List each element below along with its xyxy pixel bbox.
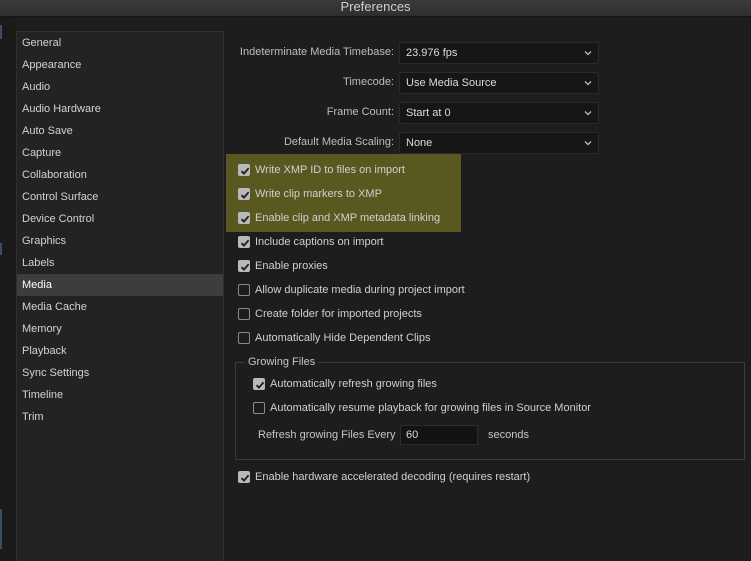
sidebar-item-label: Device Control bbox=[22, 213, 95, 225]
sidebar-item-label: Collaboration bbox=[22, 169, 87, 181]
sidebar-item-label: Playback bbox=[22, 345, 67, 357]
sidebar-item-media[interactable]: Media bbox=[17, 274, 223, 296]
checkbox-label: Include captions on import bbox=[255, 236, 384, 248]
scaling-value: None bbox=[406, 137, 433, 149]
sidebar-item-trim[interactable]: Trim bbox=[17, 406, 223, 428]
checkbox[interactable] bbox=[238, 164, 250, 176]
frame-count-value: Start at 0 bbox=[406, 107, 451, 119]
sidebar-item-label: Labels bbox=[22, 257, 55, 269]
sidebar-item-media-cache[interactable]: Media Cache bbox=[17, 296, 223, 318]
checkmark-icon bbox=[240, 215, 250, 223]
sidebar-item-device-control[interactable]: Device Control bbox=[17, 208, 223, 230]
sidebar-item-collaboration[interactable]: Collaboration bbox=[17, 164, 223, 186]
sidebar-item-label: Timeline bbox=[22, 389, 64, 401]
checkmark-icon bbox=[240, 263, 250, 271]
sidebar-item-label: Appearance bbox=[22, 59, 82, 71]
checkbox[interactable] bbox=[253, 402, 265, 414]
checkmark-icon bbox=[240, 167, 250, 175]
checkbox-label: Enable proxies bbox=[255, 260, 328, 272]
sidebar-item-capture[interactable]: Capture bbox=[17, 142, 223, 164]
refresh-interval-unit: seconds bbox=[488, 429, 529, 441]
growing-files-title: Growing Files bbox=[245, 355, 319, 369]
checkmark-icon bbox=[255, 381, 265, 389]
timebase-value: 23.976 fps bbox=[406, 47, 458, 59]
sidebar-item-labels[interactable]: Labels bbox=[17, 252, 223, 274]
sidebar-item-label: Audio Hardware bbox=[22, 103, 101, 115]
checkbox-label: Enable clip and XMP metadata linking bbox=[255, 212, 441, 224]
frame-count-label: Frame Count: bbox=[326, 106, 394, 118]
sidebar-item-label: Media bbox=[22, 279, 52, 291]
sidebar-item-label: General bbox=[22, 37, 62, 49]
sidebar-item-playback[interactable]: Playback bbox=[17, 340, 223, 362]
sidebar-item-audio-hardware[interactable]: Audio Hardware bbox=[17, 98, 223, 120]
media-preferences-panel: Indeterminate Media Timebase: 23.976 fps… bbox=[225, 17, 751, 561]
checkbox-label: Automatically refresh growing files bbox=[270, 378, 437, 390]
checkbox[interactable] bbox=[238, 308, 250, 320]
sidebar-item-audio[interactable]: Audio bbox=[17, 76, 223, 98]
window-title: Preferences bbox=[340, 0, 411, 14]
checkbox[interactable] bbox=[238, 212, 250, 224]
timecode-value: Use Media Source bbox=[406, 77, 497, 89]
sidebar-item-memory[interactable]: Memory bbox=[17, 318, 223, 340]
checkbox[interactable] bbox=[253, 378, 265, 390]
checkbox[interactable] bbox=[238, 284, 250, 296]
checkbox-label: Enable hardware accelerated decoding (re… bbox=[255, 471, 531, 483]
checkbox[interactable] bbox=[238, 471, 250, 483]
timecode-select[interactable]: Use Media Source bbox=[399, 72, 599, 94]
sidebar-item-label: Capture bbox=[22, 147, 62, 159]
sidebar-item-appearance[interactable]: Appearance bbox=[17, 54, 223, 76]
timebase-label: Indeterminate Media Timebase: bbox=[239, 46, 394, 58]
sidebar-item-graphics[interactable]: Graphics bbox=[17, 230, 223, 252]
checkbox[interactable] bbox=[238, 332, 250, 344]
refresh-interval-label: Refresh growing Files Every bbox=[258, 429, 396, 441]
sidebar-item-label: Audio bbox=[22, 81, 51, 93]
sidebar-item-label: Auto Save bbox=[22, 125, 73, 137]
scaling-label: Default Media Scaling: bbox=[283, 136, 394, 148]
preferences-category-list: General Appearance Audio Audio Hardware … bbox=[16, 31, 224, 561]
chevron-down-icon bbox=[584, 111, 592, 116]
sidebar-item-label: Media Cache bbox=[22, 301, 87, 313]
checkbox[interactable] bbox=[238, 236, 250, 248]
checkbox-label: Create folder for imported projects bbox=[255, 308, 422, 320]
chevron-down-icon bbox=[584, 81, 592, 86]
checkbox-label: Write XMP ID to files on import bbox=[255, 164, 405, 176]
title-bar: Preferences bbox=[0, 0, 751, 17]
checkbox-label: Automatically Hide Dependent Clips bbox=[255, 332, 431, 344]
frame-count-select[interactable]: Start at 0 bbox=[399, 102, 599, 124]
chevron-down-icon bbox=[584, 141, 592, 146]
checkbox-label: Automatically resume playback for growin… bbox=[270, 402, 591, 414]
checkmark-icon bbox=[240, 239, 250, 247]
checkmark-icon bbox=[240, 474, 250, 482]
checkbox-label: Write clip markers to XMP bbox=[255, 188, 382, 200]
edge-marker bbox=[0, 243, 2, 255]
checkbox-label: Allow duplicate media during project imp… bbox=[255, 284, 465, 296]
checkmark-icon bbox=[240, 191, 250, 199]
scaling-select[interactable]: None bbox=[399, 132, 599, 154]
sidebar-item-label: Memory bbox=[22, 323, 62, 335]
sidebar-item-label: Control Surface bbox=[22, 191, 99, 203]
sidebar-item-control-surface[interactable]: Control Surface bbox=[17, 186, 223, 208]
sidebar-item-general[interactable]: General bbox=[17, 32, 223, 54]
timebase-select[interactable]: 23.976 fps bbox=[399, 42, 599, 64]
chevron-down-icon bbox=[584, 51, 592, 56]
checkbox[interactable] bbox=[238, 188, 250, 200]
sidebar-item-label: Sync Settings bbox=[22, 367, 90, 379]
refresh-interval-input[interactable]: 60 bbox=[400, 425, 478, 445]
sidebar-item-auto-save[interactable]: Auto Save bbox=[17, 120, 223, 142]
edge-marker bbox=[0, 25, 2, 39]
sidebar-item-sync-settings[interactable]: Sync Settings bbox=[17, 362, 223, 384]
checkbox[interactable] bbox=[238, 260, 250, 272]
background-window-edge bbox=[0, 17, 15, 561]
sidebar-item-label: Graphics bbox=[22, 235, 67, 247]
sidebar-item-timeline[interactable]: Timeline bbox=[17, 384, 223, 406]
edge-marker bbox=[0, 509, 2, 549]
sidebar-item-label: Trim bbox=[22, 411, 44, 423]
timecode-label: Timecode: bbox=[343, 76, 394, 88]
